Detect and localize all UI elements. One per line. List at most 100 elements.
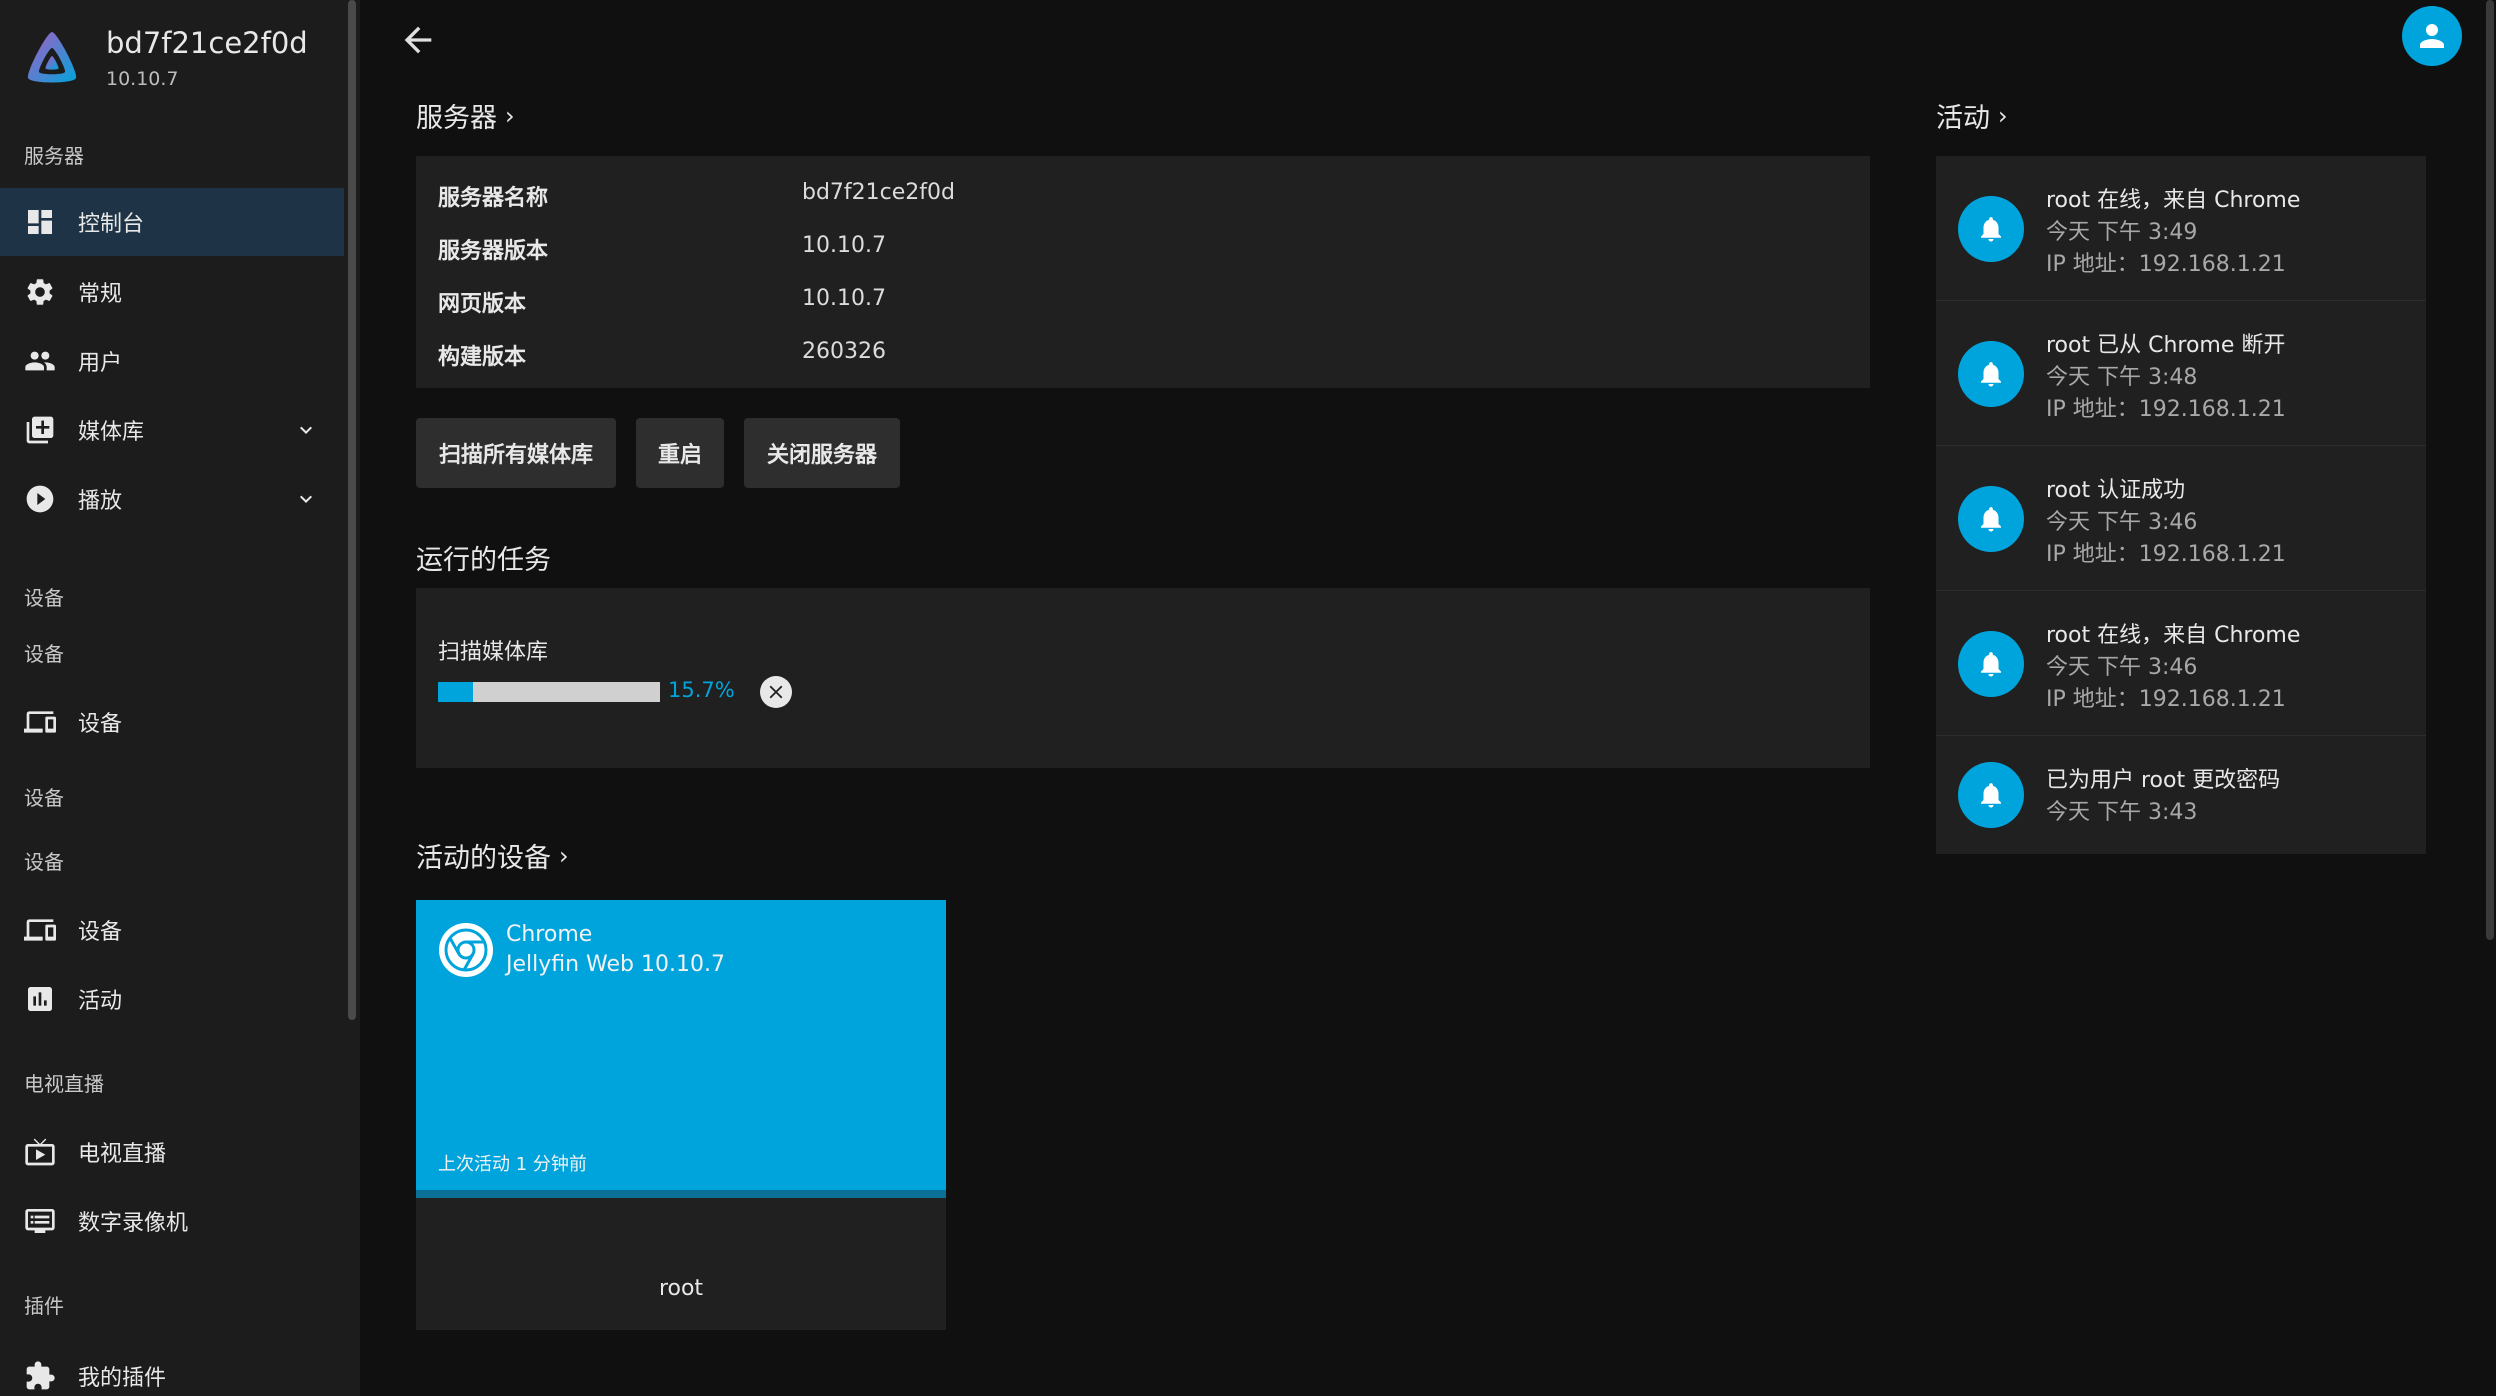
activity-ip: IP 地址：192.168.1.21 (2046, 397, 2286, 422)
activity-time: 今天 下午 3:49 (2046, 220, 2198, 245)
device-card-header: Chrome Jellyfin Web 10.10.7 上次活动 1 分钟前 (416, 900, 946, 1190)
bell-icon (1958, 486, 2024, 552)
device-card-footer (416, 1198, 946, 1330)
activity-title: root 在线，来自 Chrome (2046, 188, 2301, 213)
chrome-icon (439, 923, 493, 977)
person-icon (2420, 24, 2444, 48)
section-server: 服务器 (24, 144, 84, 168)
info-key: 构建版本 (438, 345, 527, 370)
shutdown-button[interactable]: 关闭服务器 (744, 418, 900, 488)
task-progress-text: 15.7% (668, 678, 735, 702)
section-devices-sub: 设备 (24, 642, 64, 666)
section-devices: 设备 (24, 586, 64, 610)
brand[interactable]: bd7f21ce2f0d 10.10.7 (22, 26, 308, 90)
sidebar-item-devices[interactable]: 设备 (0, 688, 344, 756)
extension-icon (24, 1360, 56, 1392)
device-last-active: 上次活动 1 分钟前 (438, 1154, 587, 1175)
section-devices-2: 设备 (24, 786, 64, 810)
server-info-panel: 服务器名称 bd7f21ce2f0d 服务器版本 10.10.7 网页版本 10… (416, 156, 1870, 388)
sidebar-scrollbar[interactable] (348, 0, 356, 1396)
sidebar-item-label: 活动 (78, 989, 123, 1014)
server-heading: 服务器 (416, 103, 497, 134)
info-value: 10.10.7 (802, 233, 886, 258)
activity-ip: IP 地址：192.168.1.21 (2046, 687, 2286, 712)
device-card-divider (416, 1190, 946, 1198)
info-value: 260326 (802, 339, 886, 364)
task-progress-bar (438, 682, 660, 702)
sidebar-item-label: 常规 (78, 282, 123, 307)
divider (1936, 300, 2426, 301)
devices-icon (24, 706, 56, 738)
section-livetv: 电视直播 (24, 1072, 104, 1096)
devices-heading: 活动的设备 (416, 843, 551, 874)
sidebar-item-label: 数字录像机 (78, 1211, 189, 1236)
server-heading-link[interactable]: 服务器 › (416, 96, 515, 135)
activity-ip: IP 地址：192.168.1.21 (2046, 542, 2286, 567)
people-icon (24, 345, 56, 377)
scrollbar-thumb[interactable] (348, 0, 356, 1020)
chevron-right-icon: › (559, 841, 569, 870)
restart-button[interactable]: 重启 (636, 418, 724, 488)
bell-icon (1958, 341, 2024, 407)
bell-icon (1958, 762, 2024, 828)
dashboard-icon (24, 206, 56, 238)
cancel-task-button[interactable] (760, 676, 792, 708)
sidebar-item-devices-2[interactable]: 设备 (0, 896, 344, 964)
live-tv-icon (24, 1136, 56, 1168)
library-add-icon (24, 414, 56, 446)
activity-time: 今天 下午 3:43 (2046, 800, 2198, 825)
main-scrollbar[interactable] (2484, 0, 2496, 1396)
jellyfin-logo-icon (27, 32, 77, 83)
sidebar-item-my-plugins[interactable]: 我的插件 (0, 1342, 344, 1396)
activity-title: 已为用户 root 更改密码 (2046, 768, 2281, 793)
activity-heading-link[interactable]: 活动 › (1936, 96, 2008, 135)
device-user: root (658, 1276, 704, 1301)
bell-icon (1958, 196, 2024, 262)
activity-title: root 认证成功 (2046, 478, 2186, 503)
bell-icon (1958, 631, 2024, 697)
sidebar-item-playback[interactable]: 播放 (0, 465, 344, 533)
chevron-right-icon: › (1998, 101, 2008, 130)
info-value: bd7f21ce2f0d (802, 180, 956, 205)
activity-ip: IP 地址：192.168.1.21 (2046, 252, 2286, 277)
chevron-down-icon (294, 418, 318, 442)
activity-time: 今天 下午 3:46 (2046, 655, 2198, 680)
activity-title: root 在线，来自 Chrome (2046, 623, 2301, 648)
device-card[interactable]: Chrome Jellyfin Web 10.10.7 上次活动 1 分钟前 r… (416, 900, 946, 1330)
divider (1936, 735, 2426, 736)
user-menu-button[interactable] (2402, 6, 2462, 66)
sidebar-item-dashboard[interactable]: 控制台 (0, 188, 344, 256)
activity-title: root 已从 Chrome 断开 (2046, 333, 2286, 358)
section-devices-3: 设备 (24, 850, 64, 874)
sidebar-item-label: 控制台 (78, 212, 145, 237)
sidebar-item-users[interactable]: 用户 (0, 327, 344, 395)
device-client-name: Jellyfin Web 10.10.7 (506, 952, 725, 977)
activity-panel: root 在线，来自 Chrome 今天 下午 3:49 IP 地址：192.1… (1936, 156, 2426, 854)
sidebar-item-label: 电视直播 (78, 1142, 167, 1167)
sidebar-item-activity[interactable]: 活动 (0, 965, 344, 1033)
tasks-heading: 运行的任务 (416, 545, 551, 576)
activity-time: 今天 下午 3:46 (2046, 510, 2198, 535)
running-tasks-panel: 扫描媒体库 15.7% (416, 588, 1870, 768)
back-button[interactable] (398, 20, 438, 60)
scan-all-libraries-button[interactable]: 扫描所有媒体库 (416, 418, 616, 488)
sidebar-item-dvr[interactable]: 数字录像机 (0, 1187, 344, 1255)
gear-icon (24, 276, 56, 308)
device-app-name: Chrome (506, 922, 593, 947)
server-version: 10.10.7 (106, 68, 179, 90)
devices-icon (24, 914, 56, 946)
task-name: 扫描媒体库 (438, 640, 549, 665)
sidebar-item-libraries[interactable]: 媒体库 (0, 396, 344, 464)
info-key: 服务器版本 (438, 239, 549, 264)
arrow-back-icon (404, 26, 432, 54)
active-devices-heading-link[interactable]: 活动的设备 › (416, 836, 569, 875)
activity-time: 今天 下午 3:48 (2046, 365, 2198, 390)
progress-fill (438, 682, 473, 702)
scrollbar-thumb[interactable] (2486, 0, 2494, 940)
sidebar-item-label: 我的插件 (78, 1366, 167, 1391)
sidebar-item-label: 用户 (78, 351, 123, 376)
sidebar-item-general[interactable]: 常规 (0, 258, 344, 326)
divider (1936, 590, 2426, 591)
dvr-icon (24, 1205, 56, 1237)
sidebar-item-livetv[interactable]: 电视直播 (0, 1118, 344, 1186)
